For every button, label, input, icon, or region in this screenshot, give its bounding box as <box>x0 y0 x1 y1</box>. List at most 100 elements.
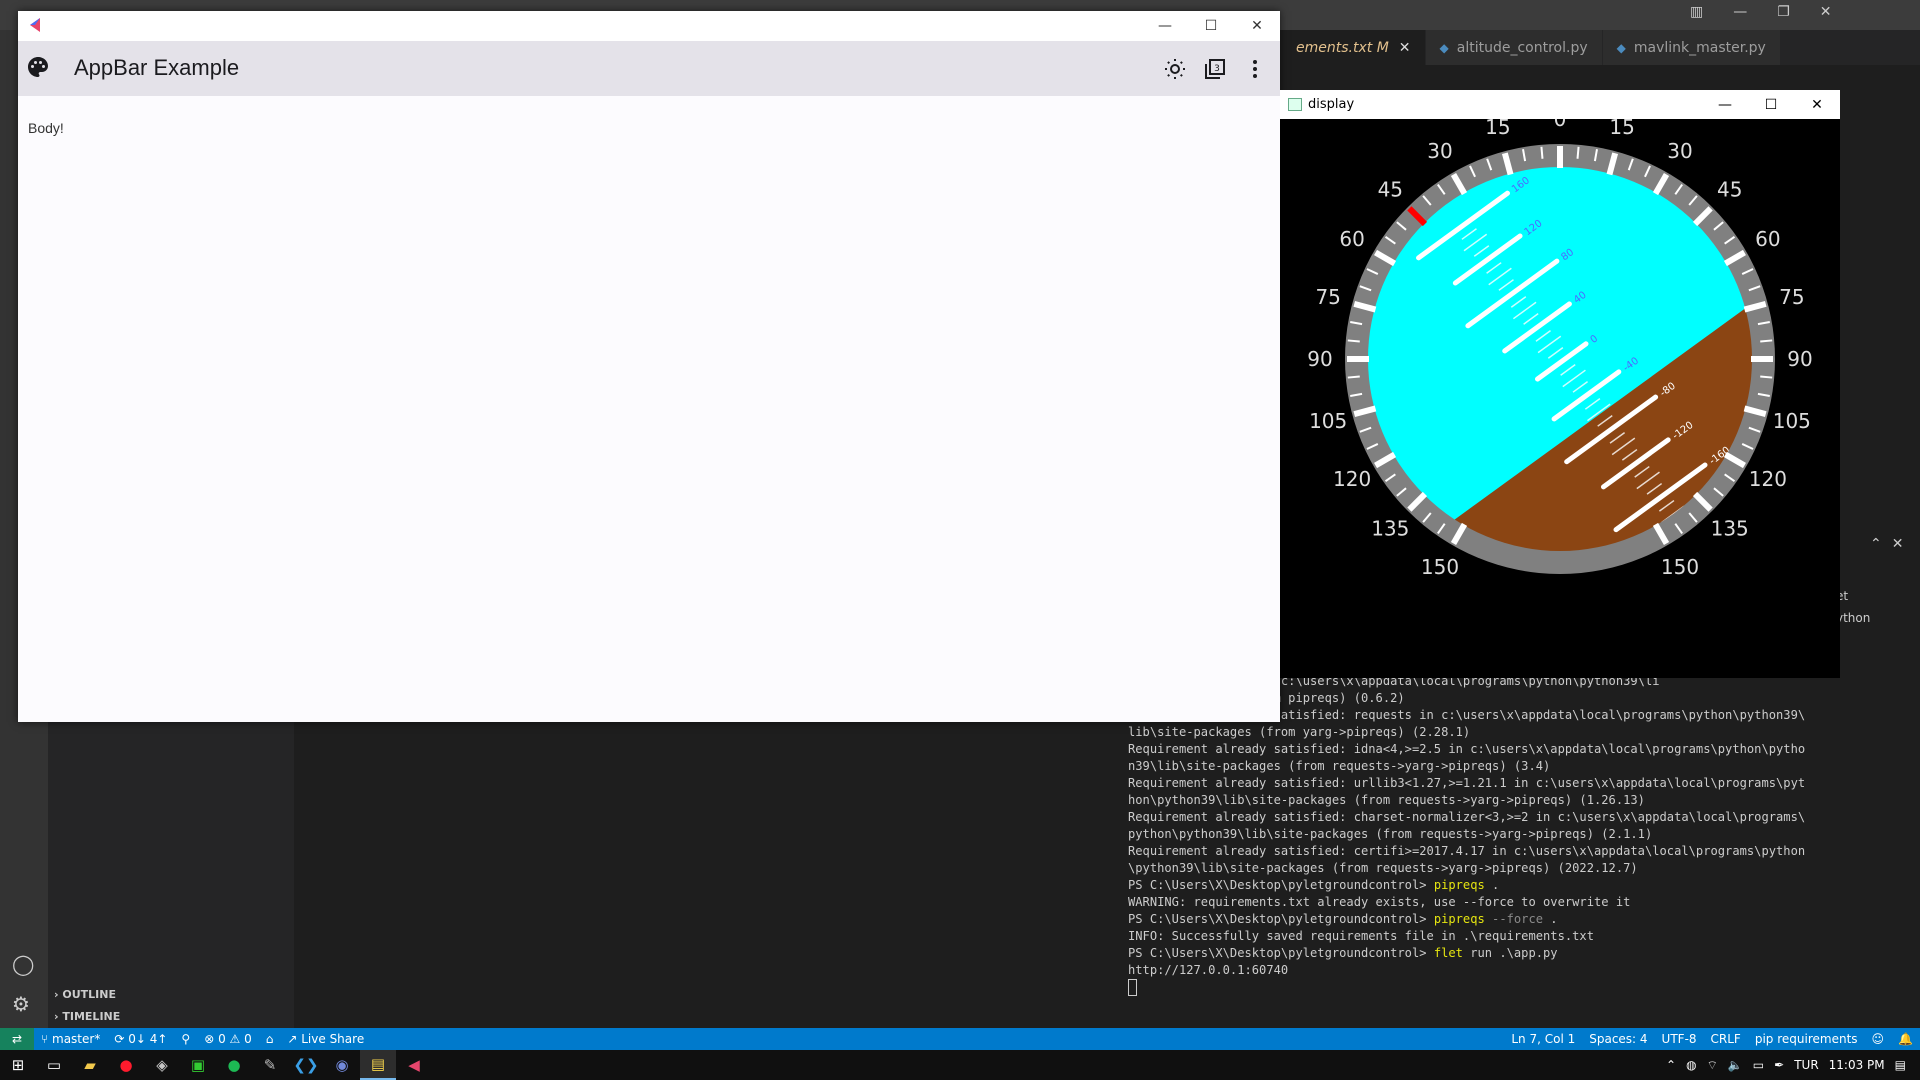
terminal-line: http://127.0.0.1:60740 <box>1128 963 1289 977</box>
close-button[interactable]: ✕ <box>1234 11 1280 41</box>
terminal-list-item[interactable]: et <box>1836 585 1870 607</box>
vscode-icon[interactable]: ❮❯ <box>288 1050 324 1080</box>
terminal-list-item[interactable]: ython <box>1836 607 1870 629</box>
outline-section[interactable]: › OUTLINE <box>54 988 116 1001</box>
file-explorer-icon[interactable]: ▰ <box>72 1050 108 1080</box>
attitude-indicator: 16012080400-40-80-120-160015304560759010… <box>1307 119 1812 579</box>
opera-icon[interactable]: ● <box>108 1050 144 1080</box>
vscode-window-controls: ▥ — ❐ ✕ <box>1690 4 1832 20</box>
bank-label: 105 <box>1309 409 1347 433</box>
appbar-example-window: — ☐ ✕ AppBar Example 3 Body! <box>18 11 1280 722</box>
tab-requirements[interactable]: ements.txt M ✕ <box>1282 30 1426 65</box>
bank-label: 60 <box>1339 227 1364 251</box>
language-mode[interactable]: pip requirements <box>1748 1032 1865 1046</box>
action-center-icon[interactable]: ▤ <box>1895 1058 1906 1072</box>
panel-controls: ⌃ ✕ <box>1870 536 1903 552</box>
timeline-section[interactable]: › TIMELINE <box>54 1010 120 1023</box>
display-window: display — ☐ ✕ 160 120 80 40 0 -40 -80 -120 -160 0… <box>1280 90 1840 678</box>
terminal-line: hon\python39\lib\site-packages (from req… <box>1128 793 1645 807</box>
close-tab-icon[interactable]: ✕ <box>1399 40 1411 56</box>
chevron-up-icon[interactable]: ⌃ <box>1666 1058 1676 1072</box>
discord-icon[interactable]: ◉ <box>324 1050 360 1080</box>
maximize-button[interactable]: ☐ <box>1188 11 1234 41</box>
brightness-icon[interactable] <box>1158 53 1192 85</box>
bank-label: 0 <box>1554 119 1567 131</box>
pen-icon[interactable]: ✒ <box>1774 1058 1784 1072</box>
terminal-line: WARNING: requirements.txt already exists… <box>1128 895 1631 909</box>
spotify-icon[interactable]: ● <box>216 1050 252 1080</box>
flet-icon[interactable]: ◀ <box>396 1050 432 1080</box>
notifications-icon[interactable]: 🔔 <box>1891 1032 1920 1046</box>
start-icon[interactable]: ⊞ <box>0 1050 36 1080</box>
network-icon[interactable]: ◍ <box>1686 1058 1696 1072</box>
clock[interactable]: 11:03 PM <box>1829 1058 1885 1072</box>
layout-icon[interactable]: ▥ <box>1690 4 1703 20</box>
sync-label: 0↓ 4↑ <box>128 1032 168 1046</box>
bank-label: 60 <box>1755 227 1780 251</box>
close-panel-icon[interactable]: ✕ <box>1892 536 1904 552</box>
account-icon[interactable]: ◯ <box>12 952 34 976</box>
window-titlebar: — ☐ ✕ <box>18 11 1280 41</box>
tool-icon[interactable]: ✎ <box>252 1050 288 1080</box>
settings-gear-icon[interactable]: ⚙ <box>12 992 30 1016</box>
terminal-line: lib\site-packages (from yarg->pipreqs) (… <box>1128 725 1471 739</box>
outline-label: OUTLINE <box>62 988 116 1001</box>
encoding[interactable]: UTF-8 <box>1655 1032 1704 1046</box>
restore-icon[interactable]: ❐ <box>1777 4 1790 20</box>
terminal-list: et ython <box>1836 585 1870 629</box>
home-icon[interactable]: ⌂ <box>259 1032 281 1046</box>
line-ending[interactable]: CRLF <box>1704 1032 1748 1046</box>
app-bar: AppBar Example 3 <box>18 41 1280 96</box>
volume-icon[interactable]: 🔈 <box>1728 1058 1743 1072</box>
bank-label: 30 <box>1667 139 1692 163</box>
sync-indicator[interactable]: ⟳ 0↓ 4↑ <box>107 1032 174 1046</box>
remote-icon[interactable]: ⇄ <box>0 1028 34 1050</box>
bank-label: 15 <box>1485 119 1510 139</box>
publish-icon[interactable]: ⚲ <box>174 1032 197 1046</box>
bank-tick <box>1760 375 1773 379</box>
minimize-button[interactable]: — <box>1142 11 1188 41</box>
indentation[interactable]: Spaces: 4 <box>1582 1032 1654 1046</box>
minimize-button[interactable]: — <box>1702 90 1748 119</box>
tab-label: altitude_control.py <box>1456 39 1588 56</box>
bank-label: 90 <box>1787 347 1812 371</box>
feedback-icon[interactable]: ☺ <box>1865 1032 1892 1046</box>
terminal-line: Requirement already satisfied: idna<4,>=… <box>1128 742 1806 756</box>
terminal-cursor <box>1128 979 1137 996</box>
more-vert-icon[interactable] <box>1238 53 1272 85</box>
tab-label: ements.txt <box>1296 39 1373 56</box>
input-language[interactable]: TUR <box>1794 1058 1818 1072</box>
task-view-icon[interactable]: ▭ <box>36 1050 72 1080</box>
close-icon[interactable]: ✕ <box>1820 4 1832 20</box>
live-share-button[interactable]: ↗ Live Share <box>280 1032 371 1046</box>
branch-indicator[interactable]: ⑂ master* <box>34 1032 107 1046</box>
problems-indicator[interactable]: ⊗ 0 ⚠ 0 <box>197 1032 259 1046</box>
app-icon[interactable]: ◈ <box>144 1050 180 1080</box>
bank-tick <box>1347 339 1360 343</box>
close-button[interactable]: ✕ <box>1794 90 1840 119</box>
branch-label: master* <box>52 1032 101 1046</box>
palette-icon[interactable] <box>26 55 50 83</box>
wifi-icon[interactable]: ⌔ <box>1707 1058 1718 1073</box>
battery-icon[interactable]: ▭ <box>1753 1058 1764 1072</box>
bank-label: 15 <box>1609 119 1634 139</box>
window-controls: — ☐ ✕ <box>1142 11 1280 41</box>
bank-label: 150 <box>1421 555 1459 579</box>
python-icon[interactable]: ▤ <box>360 1050 396 1080</box>
chevron-up-icon[interactable]: ⌃ <box>1870 536 1882 552</box>
tab-altitude-control[interactable]: ◆ altitude_control.py <box>1425 30 1603 65</box>
tab-mavlink-master[interactable]: ◆ mavlink_master.py <box>1602 30 1781 65</box>
terminal-line: Requirement already satisfied: charset-n… <box>1128 810 1806 824</box>
terminal-line: INFO: Successfully saved requirements fi… <box>1128 929 1594 943</box>
appbar-actions: 3 <box>1158 53 1272 85</box>
flet-logo-icon <box>28 17 42 37</box>
filter-3-icon[interactable]: 3 <box>1198 53 1232 85</box>
minimize-icon[interactable]: — <box>1733 4 1747 20</box>
svg-text:3: 3 <box>1214 64 1220 74</box>
bank-tick <box>1540 146 1544 159</box>
terminal-app-icon[interactable]: ▣ <box>180 1050 216 1080</box>
cursor-position[interactable]: Ln 7, Col 1 <box>1504 1032 1582 1046</box>
bank-label: 135 <box>1371 517 1409 541</box>
display-title: display <box>1308 97 1355 112</box>
maximize-button[interactable]: ☐ <box>1748 90 1794 119</box>
